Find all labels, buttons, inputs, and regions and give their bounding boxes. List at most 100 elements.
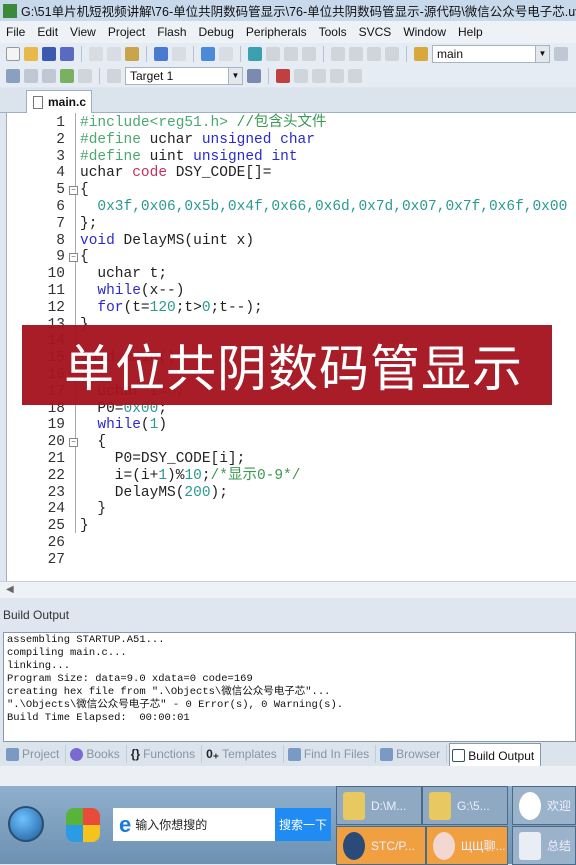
code-token: void <box>80 232 115 249</box>
pack-installer-icon[interactable] <box>312 69 326 83</box>
undo-icon[interactable] <box>154 47 168 61</box>
app-icon <box>3 3 17 18</box>
tab-browser[interactable]: Browser <box>378 745 448 763</box>
download-icon[interactable] <box>107 69 121 83</box>
line-number: 27 <box>47 551 65 568</box>
scroll-left-icon[interactable]: ◀ <box>6 584 14 595</box>
code-token: { <box>80 182 89 199</box>
select-packs-icon[interactable] <box>294 69 308 83</box>
output-line: creating hex file from ".\Objects\微信公众号电… <box>7 686 331 698</box>
menu-project[interactable]: Project <box>102 25 151 39</box>
nav-back-icon[interactable] <box>201 47 215 61</box>
search-input[interactable]: 输入你想搜的 <box>135 816 275 833</box>
code-token: 0x3f,0x06,0x5b,0x4f,0x66,0x6d,0x7d,0x07,… <box>80 199 568 215</box>
project-icon <box>6 747 19 761</box>
tab-find-in-files[interactable]: Find In Files <box>286 745 377 763</box>
stop-build-icon[interactable] <box>78 69 92 83</box>
tab-label: main.c <box>48 95 87 109</box>
code-text: for(t=120;t>0;t--); <box>80 299 262 317</box>
unindent-icon[interactable] <box>349 47 363 61</box>
cut-icon[interactable] <box>89 47 103 61</box>
title-banner: 单位共阴数码管显示 <box>22 325 552 405</box>
braces-icon: {} <box>130 747 141 761</box>
code-token: } <box>80 518 89 535</box>
code-token: uchar <box>80 165 133 182</box>
translate-icon[interactable] <box>6 69 20 83</box>
comment-icon[interactable] <box>367 47 381 61</box>
task-folder-g[interactable]: G:\5... <box>422 786 508 825</box>
tab-books[interactable]: Books <box>68 745 127 763</box>
task-folder-d[interactable]: D:\M... <box>336 786 422 825</box>
tab-main-c[interactable]: main.c <box>26 90 92 113</box>
software-packs-icon[interactable] <box>348 69 362 83</box>
menu-help[interactable]: Help <box>452 25 489 39</box>
bookmark-icon[interactable] <box>248 47 262 61</box>
app-360-icon[interactable] <box>66 808 100 842</box>
nav-forward-icon[interactable] <box>219 47 233 61</box>
rebuild-icon[interactable] <box>42 69 56 83</box>
line-number: 2 <box>56 131 65 148</box>
chevron-down-icon[interactable]: ▼ <box>535 46 549 62</box>
code-text: }; <box>80 216 97 233</box>
redo-icon[interactable] <box>172 47 186 61</box>
build-output-panel[interactable]: assembling STARTUP.A51... compiling main.… <box>3 632 576 742</box>
open-folder-icon[interactable] <box>24 47 38 61</box>
code-token: { <box>80 249 89 266</box>
search-button[interactable]: 搜索一下 <box>275 808 331 841</box>
target-combo[interactable]: Target 1 ▼ <box>125 67 243 85</box>
find-combo[interactable]: main ▼ <box>432 45 550 63</box>
document-icon <box>33 95 43 109</box>
target-options-icon[interactable] <box>247 69 261 83</box>
fold-toggle-icon[interactable]: − <box>69 186 78 196</box>
find-in-files-icon[interactable] <box>414 47 428 61</box>
code-token: DSY_CODE[]= <box>167 165 272 182</box>
copy-icon[interactable] <box>107 47 121 61</box>
start-button[interactable] <box>8 806 44 842</box>
code-token: uchar <box>149 131 202 148</box>
tab-functions[interactable]: {} Functions <box>129 745 203 763</box>
tab-project[interactable]: Project <box>4 745 67 763</box>
task-stc[interactable]: STC/P... <box>336 826 426 865</box>
menu-tools[interactable]: Tools <box>313 25 353 39</box>
menu-peripherals[interactable]: Peripherals <box>240 25 313 39</box>
menu-debug[interactable]: Debug <box>193 25 240 39</box>
new-file-icon[interactable] <box>6 47 20 61</box>
tab-build-output[interactable]: Build Output <box>449 743 542 767</box>
indent-icon[interactable] <box>331 47 345 61</box>
tab-templates[interactable]: 0₊ Templates <box>204 745 284 763</box>
menu-view[interactable]: View <box>64 25 102 39</box>
manage-components-icon[interactable] <box>276 69 290 83</box>
next-bookmark-icon[interactable] <box>284 47 298 61</box>
menu-svcs[interactable]: SVCS <box>353 25 398 39</box>
line-number: 23 <box>47 484 65 501</box>
menu-flash[interactable]: Flash <box>151 25 192 39</box>
clear-bookmarks-icon[interactable] <box>302 47 316 61</box>
code-token: uint <box>149 148 194 165</box>
task-label: ЩЩ聊... <box>461 839 506 853</box>
taskbar-search[interactable]: e 输入你想搜的 搜索一下 <box>113 808 331 841</box>
chevron-down-icon[interactable]: ▼ <box>228 68 242 84</box>
batch-build-icon[interactable] <box>60 69 74 83</box>
output-line: compiling main.c... <box>7 647 127 659</box>
save-all-icon[interactable] <box>60 47 74 61</box>
task-welcome[interactable]: 欢迎 <box>512 786 576 825</box>
paste-icon[interactable] <box>125 47 139 61</box>
save-icon[interactable] <box>42 47 56 61</box>
task-summary[interactable]: 总结 <box>512 826 576 865</box>
code-token: 0 <box>201 299 211 316</box>
horizontal-scrollbar[interactable]: ◀ <box>0 581 576 598</box>
fold-toggle-icon[interactable]: − <box>69 438 78 448</box>
menu-edit[interactable]: Edit <box>31 25 64 39</box>
task-chat[interactable]: ЩЩ聊... <box>426 826 508 865</box>
build-icon[interactable] <box>24 69 38 83</box>
code-token: uchar t; <box>80 266 168 283</box>
run-time-env-icon[interactable] <box>330 69 344 83</box>
menu-window[interactable]: Window <box>397 25 452 39</box>
uncomment-icon[interactable] <box>385 47 399 61</box>
find-icon[interactable] <box>554 47 568 61</box>
task-label: D:\M... <box>371 798 407 813</box>
status-bar <box>0 766 576 786</box>
menu-file[interactable]: File <box>0 25 31 39</box>
fold-toggle-icon[interactable]: − <box>69 253 78 263</box>
prev-bookmark-icon[interactable] <box>266 47 280 61</box>
